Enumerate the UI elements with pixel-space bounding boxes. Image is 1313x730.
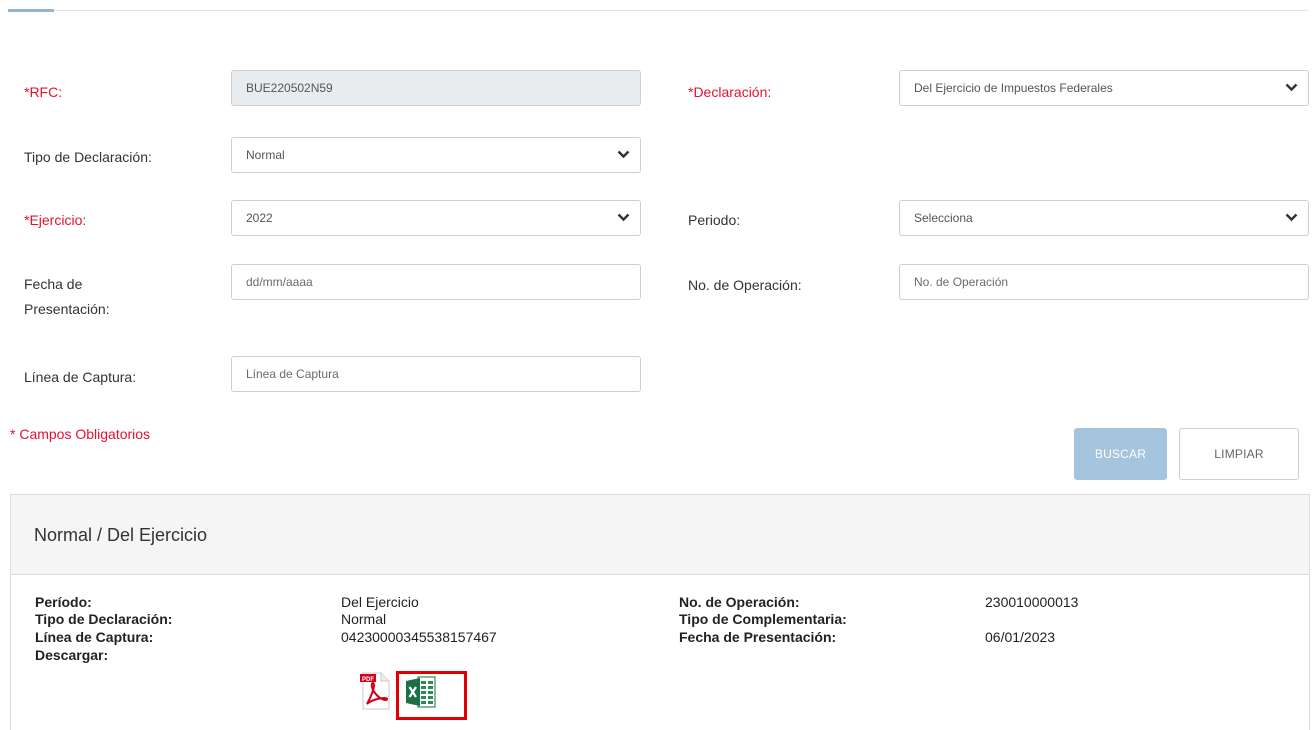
declaracion-value: Del Ejercicio de Impuestos Federales: [914, 81, 1113, 95]
rfc-label: *RFC:: [24, 84, 63, 100]
search-button[interactable]: BUSCAR: [1074, 428, 1167, 480]
fecha-detail-value: 06/01/2023: [985, 629, 1056, 645]
tipo-declaracion-select[interactable]: Normal: [231, 137, 641, 173]
fecha-detail-label: Fecha de Presentación:: [679, 629, 837, 645]
descargar-label: Descargar:: [35, 647, 109, 663]
periodo-label: Periodo:: [688, 212, 741, 228]
result-panel: Normal / Del Ejercicio: [10, 494, 1310, 730]
result-panel-header: Normal / Del Ejercicio: [11, 495, 1309, 575]
complementaria-detail-label: Tipo de Complementaria:: [679, 611, 847, 627]
operacion-detail-value: 230010000013: [985, 594, 1079, 610]
fecha-presentacion-label-line2: Presentación:: [24, 301, 110, 317]
chevron-down-icon: [1285, 213, 1298, 222]
ejercicio-label: *Ejercicio:: [24, 212, 87, 228]
top-divider: [8, 10, 1308, 11]
fecha-presentacion-label-line1: Fecha de: [24, 276, 83, 292]
tipo-detail-value: Normal: [341, 611, 387, 627]
declaracion-select[interactable]: Del Ejercicio de Impuestos Federales: [899, 70, 1309, 106]
declaracion-label: *Declaración:: [688, 84, 772, 100]
no-operacion-label: No. de Operación:: [688, 277, 802, 293]
excel-download-highlight: [396, 671, 467, 720]
tipo-declaracion-label: Tipo de Declaración:: [24, 149, 152, 165]
ejercicio-select[interactable]: 2022: [231, 200, 641, 236]
rfc-input[interactable]: BUE220502N59: [231, 70, 641, 106]
required-fields-note: * Campos Obligatorios: [10, 426, 151, 442]
chevron-down-icon: [617, 213, 630, 222]
chevron-down-icon: [1285, 83, 1298, 92]
chevron-down-icon: [617, 150, 630, 159]
linea-detail-label: Línea de Captura:: [35, 629, 154, 645]
periodo-value: Selecciona: [914, 211, 973, 225]
no-operacion-input[interactable]: No. de Operación: [899, 264, 1309, 300]
ejercicio-value: 2022: [246, 211, 273, 225]
clear-button[interactable]: LIMPIAR: [1179, 428, 1299, 480]
periodo-select[interactable]: Selecciona: [899, 200, 1309, 236]
linea-captura-label: Línea de Captura:: [24, 369, 137, 385]
linea-captura-input[interactable]: Línea de Captura: [231, 356, 641, 392]
result-title: Normal / Del Ejercicio: [34, 525, 208, 545]
tab-indicator: [8, 9, 54, 12]
linea-detail-value: 0423000034553815746​7: [341, 629, 497, 645]
tipo-detail-label: Tipo de Declaración:: [35, 611, 173, 627]
tipo-declaracion-value: Normal: [246, 148, 285, 162]
pdf-icon[interactable]: PDF: [358, 671, 392, 711]
fecha-presentacion-input[interactable]: dd/mm/aaaa: [231, 264, 641, 300]
